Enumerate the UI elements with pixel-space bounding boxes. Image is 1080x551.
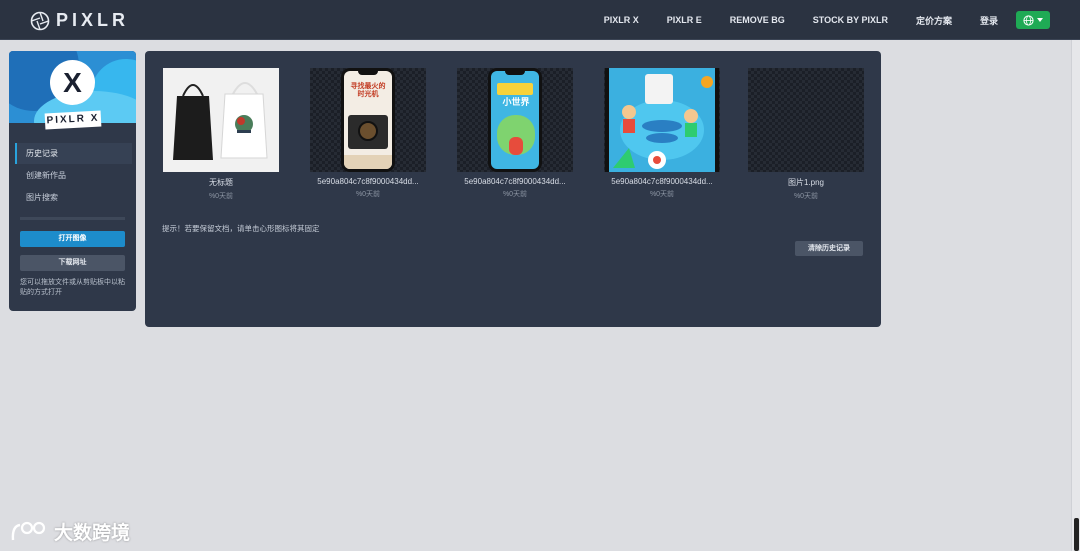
history-thumbnail[interactable] (748, 68, 864, 172)
drag-drop-hint: 您可以拖放文件或从剪贴板中以粘贴的方式打开 (20, 279, 125, 296)
open-image-button[interactable]: 打开图像 (20, 231, 125, 247)
top-navbar: PIXLR PIXLR X PIXLR E REMOVE BG STOCK BY… (0, 0, 1080, 40)
phone-mockup-image: 寻找最火的时光机 (341, 68, 395, 172)
phone-mockup-image: 小世界 (488, 68, 542, 172)
pin-tip: 提示！若要保留文档，请单击心形图标将其固定 (162, 224, 320, 233)
history-card[interactable]: 图片1.png %0天前 (746, 68, 866, 201)
language-button[interactable] (1016, 11, 1050, 29)
history-item-name: 5e90a804c7c8f9000434dd... (611, 177, 713, 186)
history-thumbnail[interactable] (163, 68, 279, 172)
nav-pixlr-x[interactable]: PIXLR X (604, 15, 639, 25)
phone-screen: 寻找最火的时光机 (344, 71, 392, 169)
pixlr-x-label: PIXLR X (44, 110, 102, 130)
history-item-time: %0天前 (793, 193, 819, 200)
history-item-name: 5e90a804c7c8f9000434dd... (317, 177, 419, 186)
history-card[interactable]: 小世界 5e90a804c7c8f9000434dd... %0天前 (455, 68, 575, 199)
history-grid: 无标题 %0天前 寻找最火的时光机 5e90a804c7c8f9000434dd… (161, 68, 871, 202)
watermark-logo-icon (11, 521, 46, 540)
load-url-button[interactable]: 下载网址 (20, 255, 125, 271)
phone-notch (505, 70, 525, 75)
tote-bags-image (163, 68, 279, 172)
sidebar-menu: 历史记录 创建新作品 图片搜索 (9, 143, 136, 208)
thumb-headline: 寻找最火的时光机 (350, 83, 386, 98)
history-item-time: %0天前 (502, 191, 528, 198)
history-item-time: %0天前 (649, 191, 675, 198)
history-item-name: 5e90a804c7c8f9000434dd... (464, 177, 566, 186)
nav-pricing[interactable]: 定价方案 (916, 14, 952, 27)
history-item-time: %0天前 (355, 191, 381, 198)
thumb-footer (344, 155, 392, 169)
illustration-image (605, 68, 719, 172)
sidebar-item-image-search[interactable]: 图片搜索 (15, 187, 132, 208)
brand-name: PIXLR (56, 10, 130, 30)
camera-lens-shape (358, 121, 378, 141)
nav-remove-bg[interactable]: REMOVE BG (730, 15, 785, 25)
watermark: 大数跨境 (10, 518, 130, 545)
pixlr-x-badge: X (50, 60, 95, 105)
phone-screen: 小世界 (491, 71, 539, 169)
main-nav: PIXLR X PIXLR E REMOVE BG STOCK BY PIXLR… (576, 0, 1050, 40)
app-sidebar: X PIXLR X 历史记录 创建新作品 图片搜索 打开图像 下载网址 您可以拖… (9, 51, 136, 311)
history-thumbnail[interactable]: 寻找最火的时光机 (310, 68, 426, 172)
nav-stock[interactable]: STOCK BY PIXLR (813, 15, 888, 25)
aperture-icon (30, 11, 50, 30)
thumb-headline: 小世界 (502, 97, 530, 107)
nav-pixlr-e[interactable]: PIXLR E (667, 15, 702, 25)
page-scrollbar[interactable] (1071, 40, 1080, 551)
history-thumbnail[interactable]: 小世界 (457, 68, 573, 172)
nav-login[interactable]: 登录 (980, 14, 998, 27)
character-shape (509, 137, 523, 155)
history-item-name: 无标题 (209, 178, 233, 187)
chevron-down-icon (1037, 18, 1043, 22)
phone-notch (358, 70, 378, 75)
globe-icon (1023, 14, 1034, 26)
watermark-text: 大数跨境 (54, 523, 131, 544)
history-thumbnail[interactable] (604, 68, 720, 172)
history-card[interactable]: 无标题 %0天前 (161, 68, 281, 201)
clear-history-button[interactable]: 清除历史记录 (795, 241, 863, 256)
sidebar-item-history[interactable]: 历史记录 (15, 143, 132, 164)
history-card[interactable]: 5e90a804c7c8f9000434dd... %0天前 (602, 68, 722, 199)
history-item-time: %0天前 (208, 193, 234, 200)
sidebar-item-create-new[interactable]: 创建新作品 (15, 165, 132, 186)
pixlr-logo[interactable]: PIXLR (30, 10, 129, 31)
history-card[interactable]: 寻找最火的时光机 5e90a804c7c8f9000434dd... %0天前 (308, 68, 428, 199)
history-panel: 无标题 %0天前 寻找最火的时光机 5e90a804c7c8f9000434dd… (145, 51, 881, 327)
thumb-banner (497, 83, 533, 95)
history-item-name: 图片1.png (787, 178, 825, 187)
scrollbar-thumb[interactable] (1074, 518, 1079, 551)
sidebar-divider (20, 217, 125, 220)
